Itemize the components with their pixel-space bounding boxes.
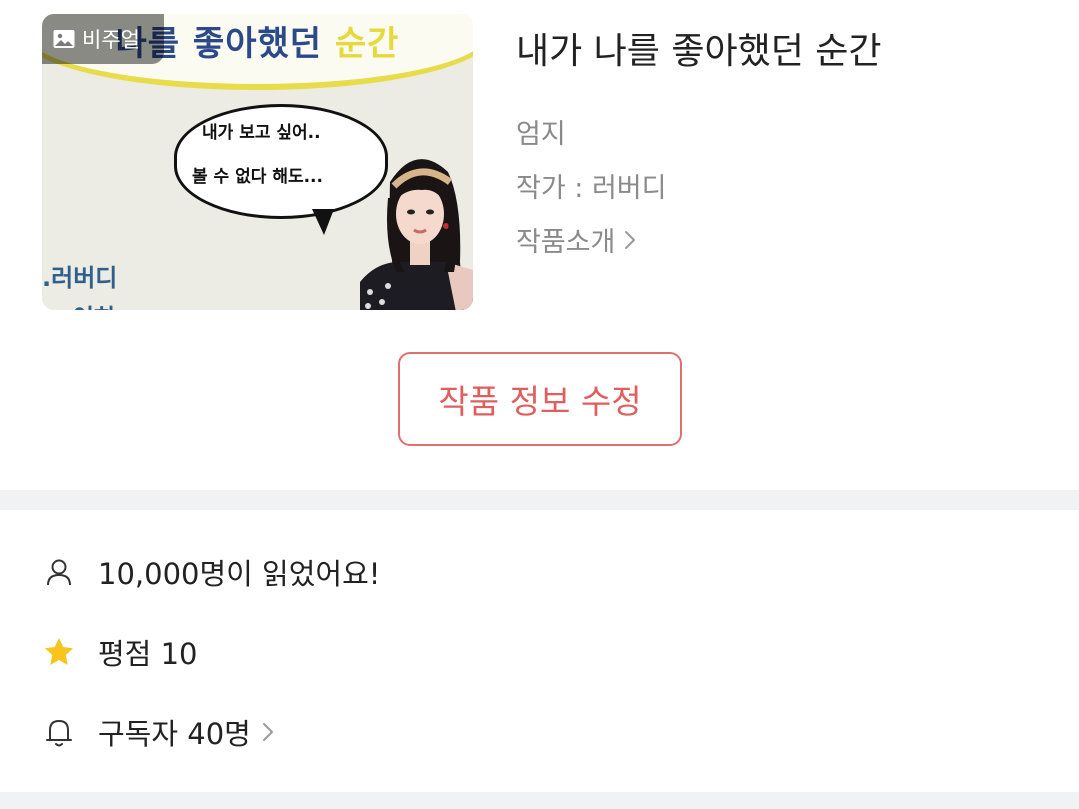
cover-author-text: .러버디 — [42, 264, 118, 292]
person-icon — [47, 559, 71, 586]
stat-rating-text: 평점 10 — [98, 637, 198, 671]
visual-badge[interactable]: 비주얼 — [42, 14, 164, 64]
portrait-illustration — [360, 159, 473, 310]
work-author: 작가 : 러버디 — [516, 173, 667, 204]
section-divider — [0, 490, 1079, 510]
bottom-divider — [0, 792, 1079, 809]
visual-badge-label: 비주얼 — [82, 28, 140, 52]
cover-author-text-2: 이하 — [72, 298, 116, 310]
chevron-right-icon — [262, 723, 273, 741]
stat-subscribers-text: 구독자 40명 — [98, 717, 251, 751]
work-intro-label: 작품소개 — [516, 227, 616, 258]
work-title: 내가 나를 좋아했던 순간 — [516, 31, 882, 72]
bubble-line-1: 내가 보고 싶어.. — [202, 123, 321, 143]
work-intro-link[interactable]: 작품소개 — [516, 220, 637, 259]
bubble-line-2: 볼 수 없다 해도... — [192, 167, 323, 187]
image-icon — [53, 30, 75, 48]
stat-views-text: 10,000명이 읽었어요! — [98, 557, 381, 591]
chevron-right-icon — [625, 230, 636, 249]
edit-work-info-button[interactable]: 작품 정보 수정 — [398, 352, 682, 446]
stat-subscribers[interactable]: 구독자 40명 — [42, 712, 942, 752]
speech-bubble-tail — [312, 209, 334, 235]
stat-rating: 평점 10 — [42, 632, 942, 672]
star-icon — [45, 638, 73, 665]
work-genre: 엄지 — [516, 119, 566, 150]
stat-views: 10,000명이 읽었어요! — [42, 552, 942, 592]
cover-banner-accent: 순간 — [334, 24, 400, 64]
bell-icon — [46, 720, 72, 747]
